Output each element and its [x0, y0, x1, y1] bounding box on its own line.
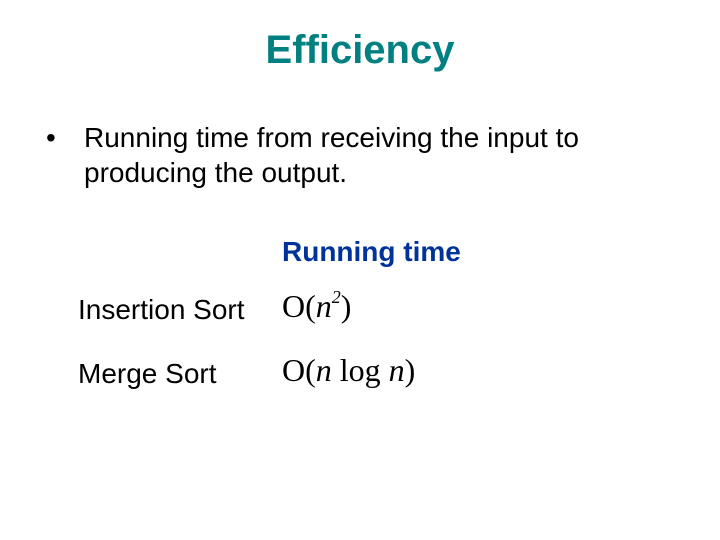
- column-header-running-time: Running time: [282, 236, 461, 268]
- bigO-insertion-sort: O(n2): [282, 288, 351, 325]
- slide: Efficiency • Running time from receiving…: [0, 0, 720, 540]
- bigO-suffix-log: log: [340, 352, 381, 388]
- bullet-marker: •: [40, 120, 84, 190]
- row-label-insertion-sort: Insertion Sort: [78, 294, 245, 326]
- body-text: • Running time from receiving the input …: [40, 120, 680, 190]
- bigO-merge-sort: O(n log n): [282, 352, 415, 389]
- bigO-exp: 2: [332, 287, 341, 307]
- row-label-merge-sort: Merge Sort: [78, 358, 217, 390]
- slide-title: Efficiency: [0, 28, 720, 73]
- bullet-text: Running time from receiving the input to…: [84, 120, 680, 190]
- bullet-item: • Running time from receiving the input …: [40, 120, 680, 190]
- bigO-var: n: [316, 288, 332, 324]
- bigO-var: n: [316, 352, 332, 388]
